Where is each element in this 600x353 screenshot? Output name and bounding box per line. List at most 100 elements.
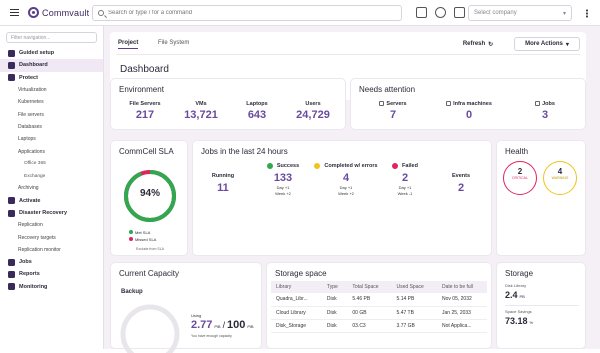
- table-row[interactable]: Disk_Storage Disk 03.C3 3.77 GB Not Appl…: [271, 319, 487, 333]
- stat-laptops[interactable]: Laptops 643: [229, 101, 285, 121]
- sidebar-item-exchange[interactable]: Exchange: [0, 170, 103, 182]
- sidebar-item-jobs[interactable]: Jobs: [0, 256, 103, 268]
- jobs-completed-errors[interactable]: Completed w/ errors 4 Day +1 Week +2: [313, 163, 379, 196]
- more-actions-button[interactable]: More Actions ▾: [514, 37, 580, 51]
- nav-icon: [8, 197, 15, 205]
- sidebar-item-kubernetes[interactable]: Kubernetes: [0, 96, 103, 108]
- table-cell: Disk: [321, 306, 348, 320]
- table-cell: 5.46 PB: [347, 293, 392, 307]
- needs-attention-card: Needs attention Servers 7 Infra machines…: [350, 78, 586, 130]
- nav-icon: [8, 209, 15, 217]
- stat-file-servers[interactable]: File Servers 217: [117, 101, 173, 121]
- success-week: Week +2: [275, 191, 291, 196]
- column-header[interactable]: Total Space: [347, 281, 392, 293]
- stat-users[interactable]: Users 24,729: [285, 101, 341, 121]
- sidebar-item-disaster-recovery[interactable]: Disaster Recovery: [0, 207, 103, 219]
- sidebar-item-monitoring[interactable]: Monitoring: [0, 281, 103, 293]
- sidebar-item-label: Disaster Recovery: [19, 210, 68, 216]
- sidebar-item-label: Jobs: [19, 259, 32, 266]
- sidebar-item-archiving[interactable]: Archiving: [0, 182, 103, 194]
- column-header[interactable]: Library: [271, 281, 322, 293]
- sidebar-item-dashboard[interactable]: Dashboard: [0, 59, 103, 72]
- space-savings-value: 73.18 %: [505, 316, 533, 326]
- jobs-running[interactable]: Running 11: [203, 173, 243, 194]
- table-cell: Disk: [321, 293, 348, 307]
- main-content: Project File System Refresh ↻ More Actio…: [104, 26, 600, 353]
- sidebar-item-virtualization[interactable]: Virtualization: [0, 84, 103, 96]
- running-label: Running: [211, 173, 235, 179]
- sidebar-item-label: Laptops: [18, 136, 36, 143]
- sidebar-item-guided-setup[interactable]: Guided setup: [0, 47, 103, 59]
- environment-title: Environment: [119, 85, 164, 94]
- jobs-24h-card: Jobs in the last 24 hours Running 11 Suc…: [192, 140, 492, 256]
- top-icons: [416, 7, 465, 18]
- disk-library-value: 2.4 PB: [505, 290, 525, 300]
- tab-project[interactable]: Project: [118, 40, 139, 49]
- app-name: Commvault: [42, 7, 90, 18]
- sidebar-item-activate[interactable]: Activate: [0, 195, 103, 207]
- company-select[interactable]: Select company ▾: [468, 5, 572, 21]
- notifications-icon[interactable]: [435, 7, 446, 18]
- sla-legend: Met SLA Missed SLA: [129, 229, 156, 243]
- completed-errors-week: Week +2: [338, 191, 354, 196]
- capacity-used-value: 2.77: [191, 319, 213, 331]
- more-options-icon[interactable]: [586, 9, 588, 18]
- stat-servers[interactable]: Servers 7: [357, 101, 429, 121]
- sidebar-item-office-365[interactable]: Office 365: [0, 158, 103, 170]
- failed-label: Failed: [402, 163, 418, 169]
- sidebar-item-replication[interactable]: Replication: [0, 219, 103, 231]
- storage-table: Library Type Total Space Used Space Date…: [271, 281, 487, 333]
- global-search[interactable]: [92, 5, 402, 21]
- tab-file-system[interactable]: File System: [158, 40, 189, 46]
- disk-unit: PB: [519, 294, 525, 299]
- sidebar-item-recovery-targets[interactable]: Recovery targets: [0, 231, 103, 243]
- success-dot: [266, 163, 273, 169]
- refresh-button[interactable]: Refresh ↻: [456, 37, 500, 51]
- column-header[interactable]: Used Space: [391, 281, 438, 293]
- completed-errors-value: 4: [342, 172, 350, 184]
- stat-label-text: Infra machines: [453, 101, 492, 107]
- table-row[interactable]: Quadra_Libr... Disk 5.46 PB 5.14 PB Nov …: [271, 293, 487, 307]
- table-cell: 00 GB: [347, 306, 392, 320]
- sidebar-item-protect[interactable]: Protect: [0, 72, 103, 84]
- stat-vms[interactable]: VMs 13,721: [173, 101, 229, 121]
- sidebar-item-applications[interactable]: Applications: [0, 145, 103, 157]
- sla-footer-link[interactable]: Exclude from SLA: [115, 247, 185, 251]
- grid-icon[interactable]: [454, 7, 465, 18]
- calendar-icon[interactable]: [416, 7, 427, 18]
- app-logo[interactable]: Commvault: [28, 7, 89, 18]
- jobs-success[interactable]: Success 133 Day +1 Week +2: [255, 163, 311, 196]
- sidebar-item-label: Replication: [18, 222, 43, 229]
- failed-day: Day +1: [398, 185, 412, 190]
- health-critical[interactable]: 2 CRITICAL: [503, 161, 537, 195]
- capacity-total-value: 100: [227, 319, 246, 331]
- sidebar-item-file-servers[interactable]: File servers: [0, 108, 103, 120]
- jobs-events[interactable]: Events 2: [439, 173, 483, 194]
- capacity-values: 2.77 PiB / 100 PiB: [191, 319, 254, 331]
- sidebar-item-label: Replication monitor: [18, 246, 61, 253]
- sidebar-item-replication-monitor[interactable]: Replication monitor: [0, 244, 103, 256]
- stat-infra-machines[interactable]: Infra machines 0: [431, 101, 507, 121]
- column-header[interactable]: Type: [321, 281, 348, 293]
- sidebar-item-reports[interactable]: Reports: [0, 268, 103, 280]
- nav-filter-input[interactable]: Filter navigation...: [6, 32, 97, 43]
- legend-missed: Missed SLA: [129, 236, 156, 243]
- jobs-failed[interactable]: Failed 2 Day +1 Week -1: [379, 163, 431, 196]
- health-warning[interactable]: 4 WARNING: [543, 161, 577, 195]
- stat-jobs[interactable]: Jobs 3: [509, 101, 581, 121]
- hamburger-menu-icon[interactable]: [10, 9, 19, 16]
- stat-label-text: Jobs: [542, 101, 555, 107]
- table-cell: Disk: [321, 319, 348, 333]
- sidebar-item-label: Activate: [19, 197, 41, 204]
- stat-label: Infra machines: [431, 101, 507, 107]
- legend-met: Met SLA: [129, 229, 156, 236]
- sidebar-item-laptops[interactable]: Laptops: [0, 133, 103, 145]
- column-header[interactable]: Date to be full: [437, 281, 487, 293]
- table-row[interactable]: Cloud Library Disk 00 GB 5.47 TB Jan 25,…: [271, 306, 487, 320]
- stat-label: Jobs: [509, 101, 581, 107]
- stat-label: VMs: [195, 101, 207, 107]
- sidebar-item-label: Applications: [18, 148, 45, 155]
- search-input[interactable]: [108, 10, 388, 16]
- sidebar-item-databases[interactable]: Databases: [0, 121, 103, 133]
- capacity-separator: /: [222, 320, 226, 330]
